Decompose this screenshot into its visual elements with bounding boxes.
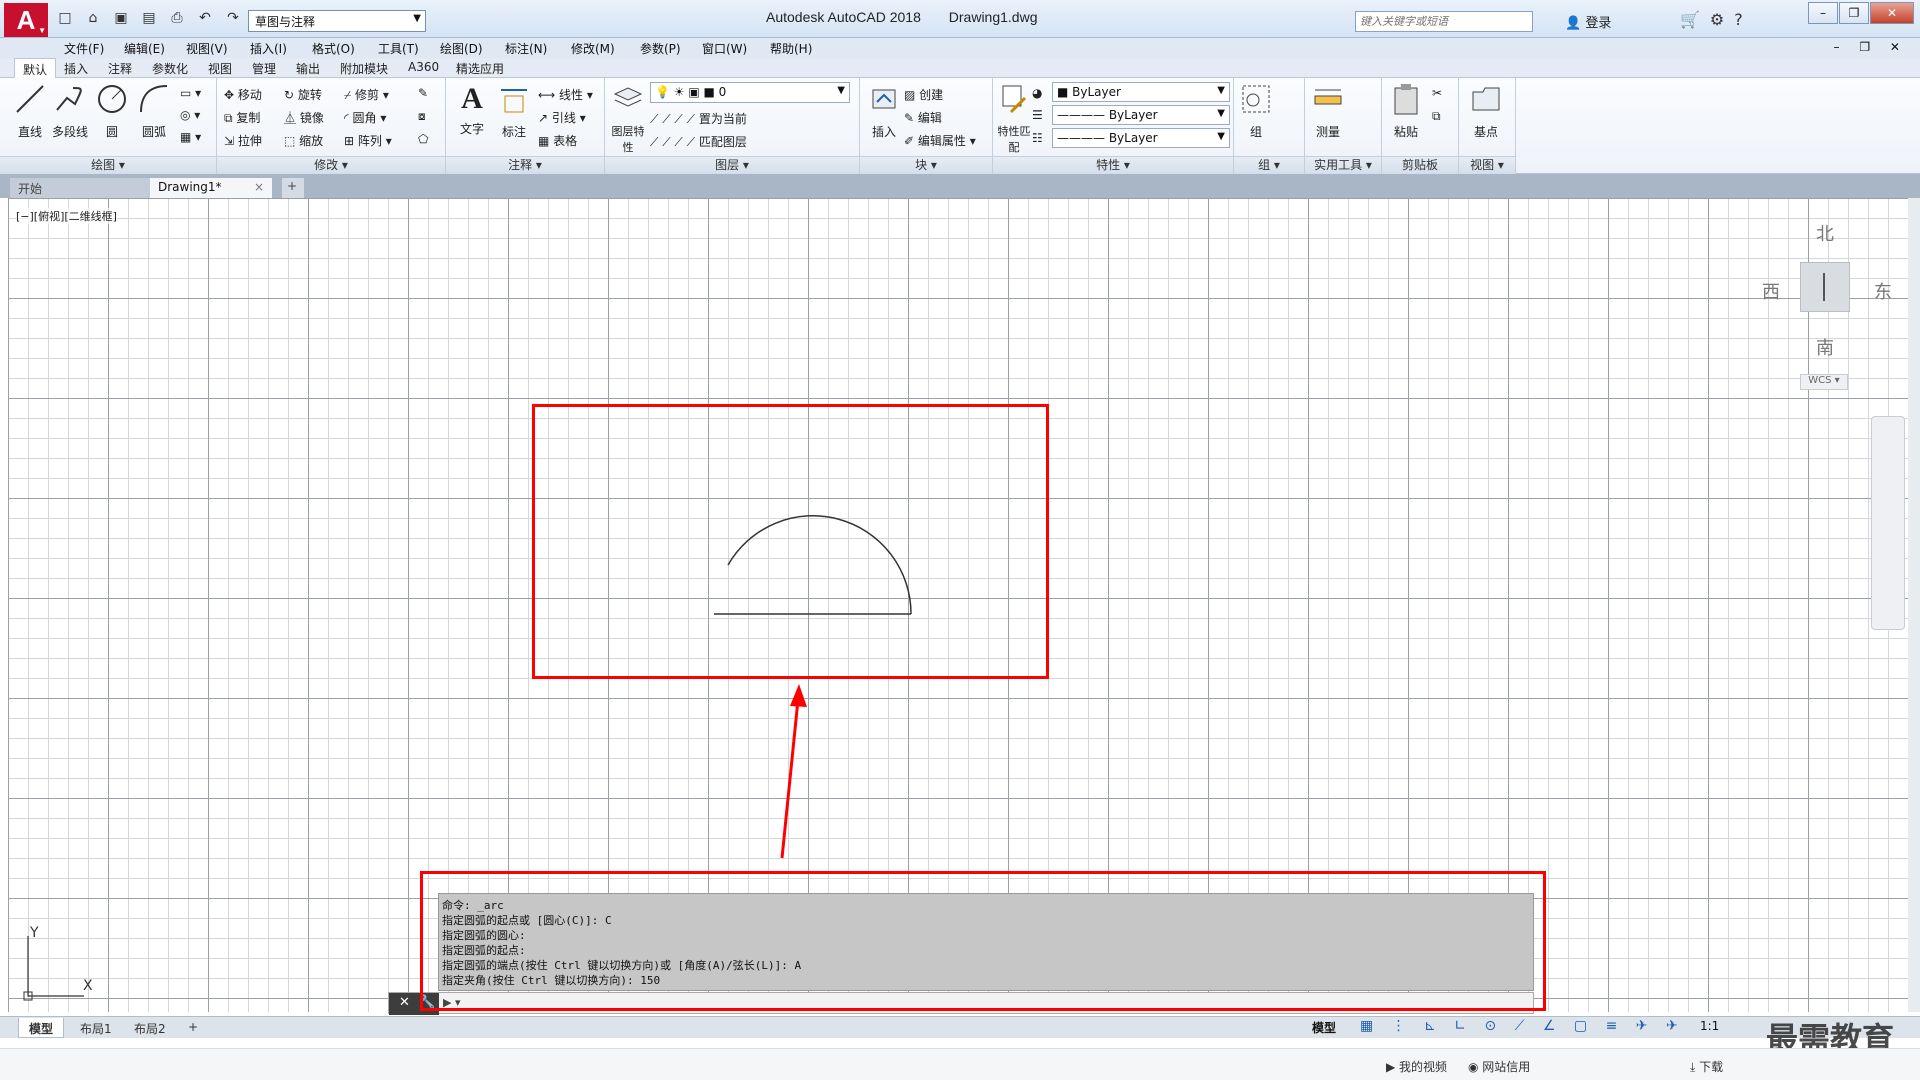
- viewcube-north[interactable]: 北: [1816, 220, 1834, 246]
- download-link[interactable]: ⤓ 下载: [1690, 1058, 1723, 1075]
- video-link[interactable]: ▶ 我的视频: [1386, 1058, 1447, 1075]
- ucs-icon: [27, 936, 84, 997]
- tab-layout1[interactable]: 布局1: [70, 1018, 122, 1038]
- bottom-strip: ▶ 我的视频 ◉ 网站信用 ⤓ 下载: [0, 1048, 1920, 1080]
- viewcube[interactable]: [1800, 262, 1850, 312]
- add-layout-button[interactable]: +: [178, 1018, 208, 1038]
- close-command-icon[interactable]: ✕: [399, 995, 410, 1010]
- navigation-bar[interactable]: [1871, 416, 1905, 630]
- ucs-y-label: Y: [30, 925, 39, 941]
- viewcube-south[interactable]: 南: [1816, 334, 1834, 360]
- status-model[interactable]: 模型: [1312, 1019, 1336, 1036]
- annotation-arrow-head: [790, 684, 807, 707]
- wcs-menu[interactable]: WCS ▾: [1800, 374, 1848, 390]
- tab-model[interactable]: 模型: [18, 1018, 65, 1038]
- viewcube-west[interactable]: 西: [1762, 278, 1780, 304]
- annotation-arrow-shaft: [780, 689, 801, 859]
- annotation-box-command: [420, 871, 1546, 1011]
- annotation-scale[interactable]: 1:1: [1700, 1019, 1719, 1033]
- viewcube-east[interactable]: 东: [1874, 278, 1892, 304]
- tab-layout2[interactable]: 布局2: [124, 1018, 176, 1038]
- credit-link[interactable]: ◉ 网站信用: [1468, 1058, 1530, 1075]
- annotation-box-drawing: [532, 404, 1049, 679]
- status-toggles[interactable]: ▦ ⋮ ⊾ ∟ ⊙ ⟋ ∠ ▢ ≡ ✈ ✈: [1360, 1018, 1685, 1034]
- ucs-x-label: X: [83, 978, 93, 994]
